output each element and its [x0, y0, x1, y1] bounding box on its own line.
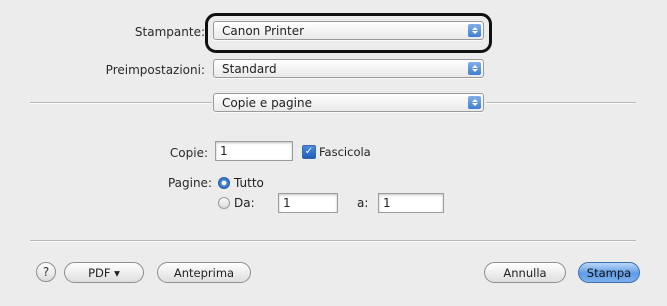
copies-label: Copie:	[169, 146, 208, 160]
pdf-button[interactable]: PDF ▾	[64, 262, 144, 283]
cancel-button[interactable]: Annulla	[484, 262, 566, 283]
pages-all-label: Tutto	[234, 176, 264, 190]
pages-label: Pagine:	[167, 176, 212, 190]
preview-button[interactable]: Anteprima	[157, 262, 251, 283]
presets-label: Preimpostazioni:	[105, 63, 205, 77]
pages-all-radio[interactable]	[218, 177, 230, 189]
popup-arrows-icon	[468, 96, 481, 109]
presets-value: Standard	[222, 61, 277, 76]
copies-field[interactable]: 1	[215, 141, 293, 161]
section-value: Copie e pagine	[222, 95, 312, 110]
pages-from-label: Da:	[234, 196, 255, 210]
separator-line	[486, 102, 636, 103]
popup-arrows-icon	[468, 62, 481, 75]
collate-checkbox[interactable]: ✓	[302, 145, 316, 159]
pages-to-label: a:	[357, 196, 369, 210]
pages-range-radio[interactable]	[218, 197, 230, 209]
help-button[interactable]: ?	[36, 262, 56, 282]
separator-line	[30, 102, 212, 103]
section-select[interactable]: Copie e pagine	[213, 93, 484, 112]
pages-from-field[interactable]: 1	[278, 193, 338, 213]
presets-select[interactable]: Standard	[213, 59, 484, 78]
pages-to-field[interactable]: 1	[378, 193, 444, 213]
separator-line	[30, 240, 636, 241]
printer-highlight-frame	[205, 13, 492, 53]
printer-label: Stampante:	[134, 25, 205, 39]
collate-label: Fascicola	[319, 145, 371, 159]
print-button[interactable]: Stampa	[578, 262, 640, 283]
